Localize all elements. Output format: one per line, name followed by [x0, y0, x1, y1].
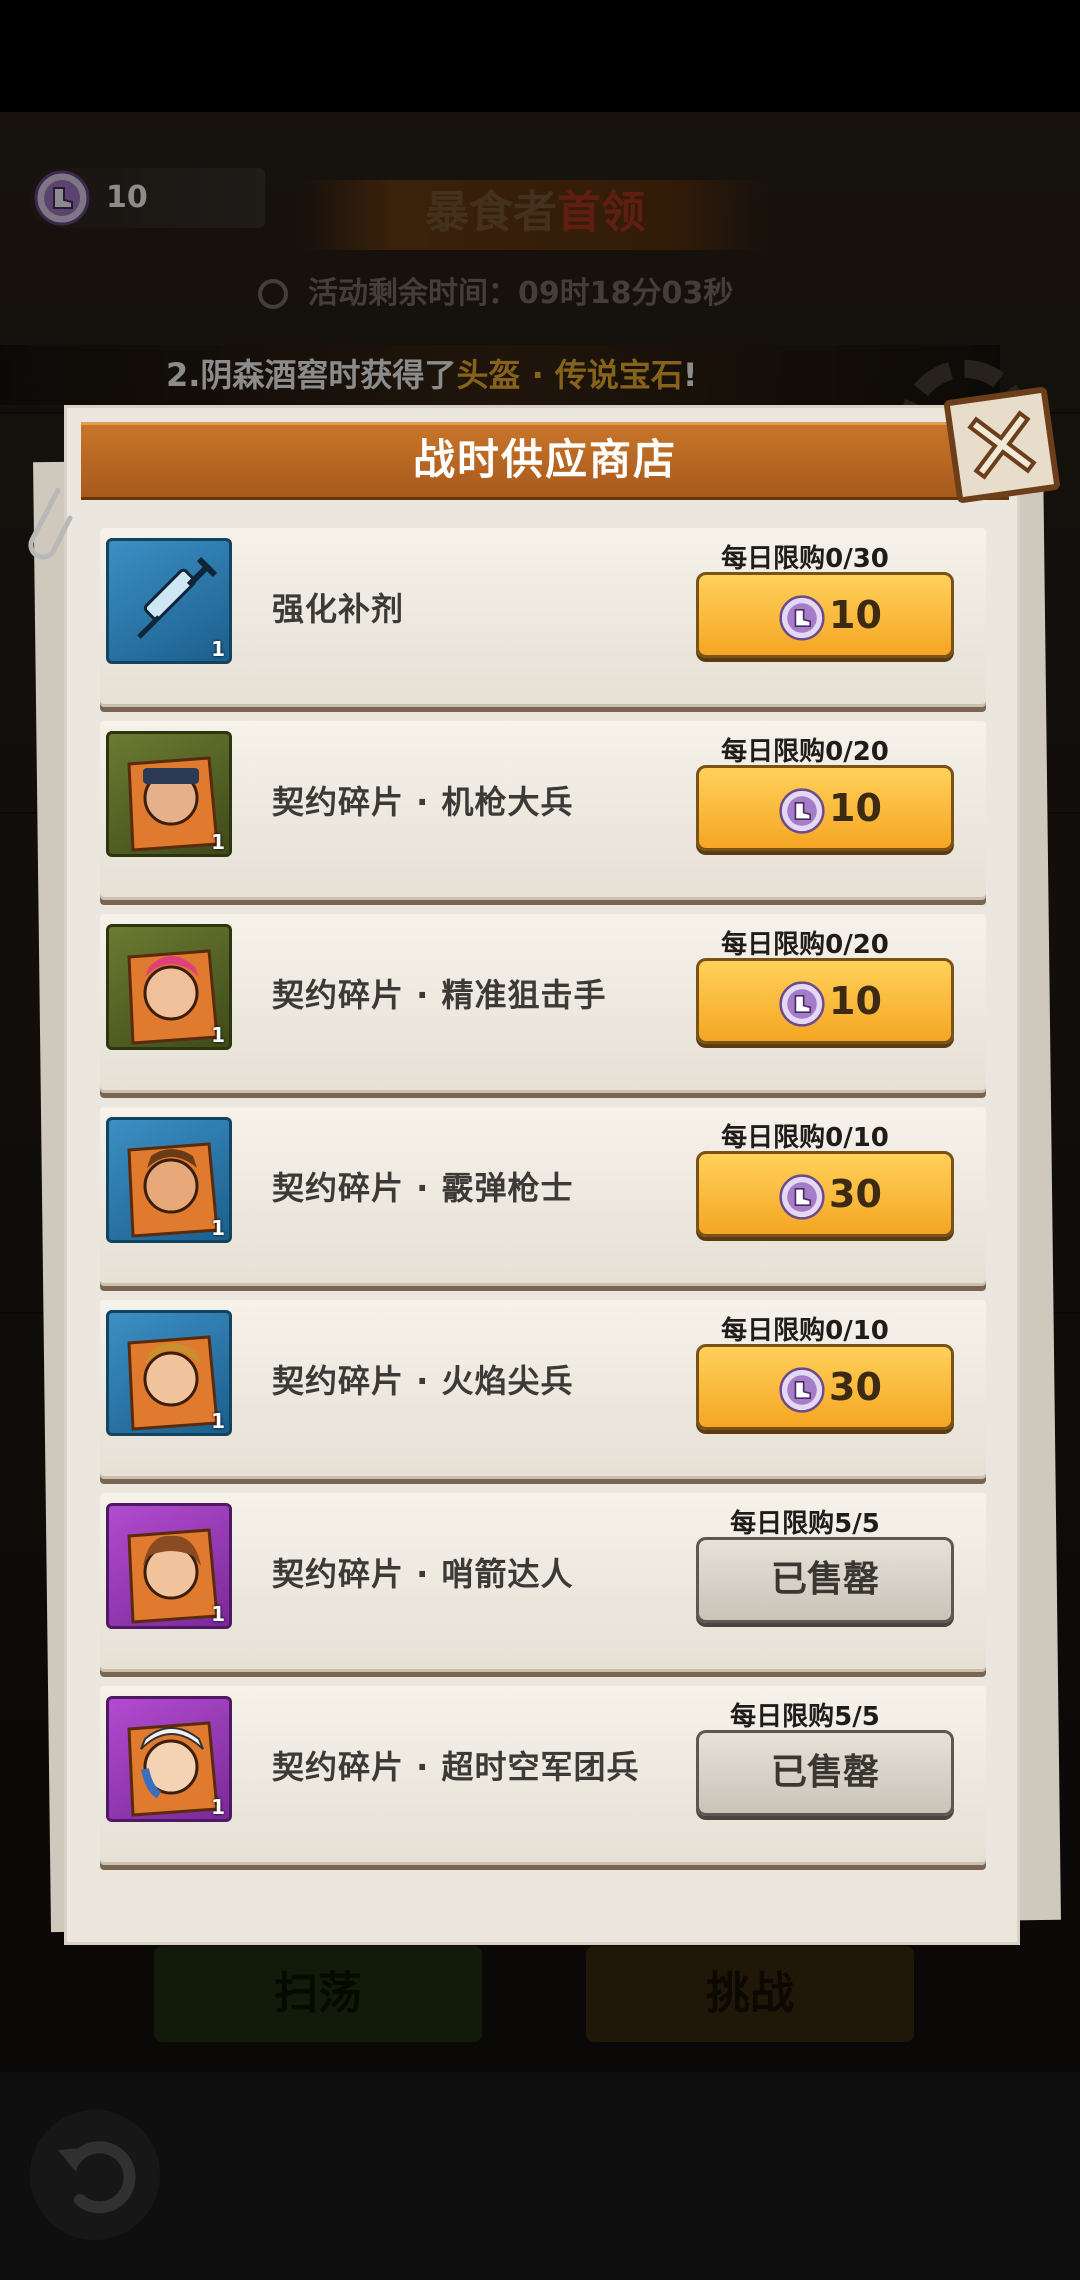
shop-row: 1 契约碎片 · 超时空军团兵 每日限购5/5 已售罄 [100, 1686, 986, 1862]
shop-row: 1 契约碎片 · 机枪大兵 每日限购0/20 10 [100, 721, 986, 897]
item-thumbnail[interactable]: 1 [106, 1117, 232, 1243]
boot-coin-icon [779, 595, 825, 641]
boot-coin-icon [779, 788, 825, 834]
item-thumbnail[interactable]: 1 [106, 731, 232, 857]
item-name: 契约碎片 · 机枪大兵 [272, 783, 574, 821]
boot-coin-icon [779, 981, 825, 1027]
item-name: 契约碎片 · 哨箭达人 [272, 1555, 574, 1593]
item-quantity: 1 [211, 830, 225, 854]
buy-button[interactable]: 30 [696, 1151, 954, 1237]
purchase-limit: 每日限购0/20 [721, 930, 889, 960]
shop-row: 1 契约碎片 · 火焰尖兵 每日限购0/10 30 [100, 1300, 986, 1476]
sold-out-button[interactable]: 已售罄 [696, 1537, 954, 1623]
purchase-limit: 每日限购0/10 [721, 1316, 889, 1346]
item-thumbnail[interactable]: 1 [106, 924, 232, 1050]
purchase-limit: 每日限购0/30 [721, 544, 889, 574]
price-value: 10 [829, 786, 882, 830]
shop-row: 1 契约碎片 · 精准狙击手 每日限购0/20 10 [100, 914, 986, 1090]
shop-row: 1 强化补剂 每日限购0/30 10 [100, 528, 986, 704]
buy-button[interactable]: 10 [696, 572, 954, 658]
item-quantity: 1 [211, 1795, 225, 1819]
item-quantity: 1 [211, 1216, 225, 1240]
item-name: 强化补剂 [272, 590, 405, 628]
buy-button[interactable]: 10 [696, 765, 954, 851]
purchase-limit: 每日限购5/5 [730, 1509, 880, 1539]
item-quantity: 1 [211, 637, 225, 661]
price-value: 30 [829, 1365, 882, 1409]
item-name: 契约碎片 · 火焰尖兵 [272, 1362, 574, 1400]
purchase-limit: 每日限购0/10 [721, 1123, 889, 1153]
purchase-limit: 每日限购0/20 [721, 737, 889, 767]
boot-coin-icon [779, 1367, 825, 1413]
sold-out-button[interactable]: 已售罄 [696, 1730, 954, 1816]
item-name: 契约碎片 · 精准狙击手 [272, 976, 607, 1014]
shop-row: 1 契约碎片 · 哨箭达人 每日限购5/5 已售罄 [100, 1493, 986, 1669]
item-thumbnail[interactable]: 1 [106, 1310, 232, 1436]
buy-button[interactable]: 30 [696, 1344, 954, 1430]
shop-row: 1 契约碎片 · 霰弹枪士 每日限购0/10 30 [100, 1107, 986, 1283]
item-quantity: 1 [211, 1602, 225, 1626]
item-thumbnail[interactable]: 1 [106, 1503, 232, 1629]
item-quantity: 1 [211, 1409, 225, 1433]
item-quantity: 1 [211, 1023, 225, 1047]
shop-item-list: 1 强化补剂 每日限购0/30 10 1 契约碎片 · 机枪大兵 每日限购0/2… [0, 0, 1080, 2280]
item-name: 契约碎片 · 霰弹枪士 [272, 1169, 574, 1207]
item-thumbnail[interactable]: 1 [106, 1696, 232, 1822]
price-value: 30 [829, 1172, 882, 1216]
buy-button[interactable]: 10 [696, 958, 954, 1044]
purchase-limit: 每日限购5/5 [730, 1702, 880, 1732]
price-value: 10 [829, 979, 882, 1023]
item-name: 契约碎片 · 超时空军团兵 [272, 1748, 640, 1786]
boot-coin-icon [779, 1174, 825, 1220]
price-value: 10 [829, 593, 882, 637]
item-thumbnail[interactable]: 1 [106, 538, 232, 664]
